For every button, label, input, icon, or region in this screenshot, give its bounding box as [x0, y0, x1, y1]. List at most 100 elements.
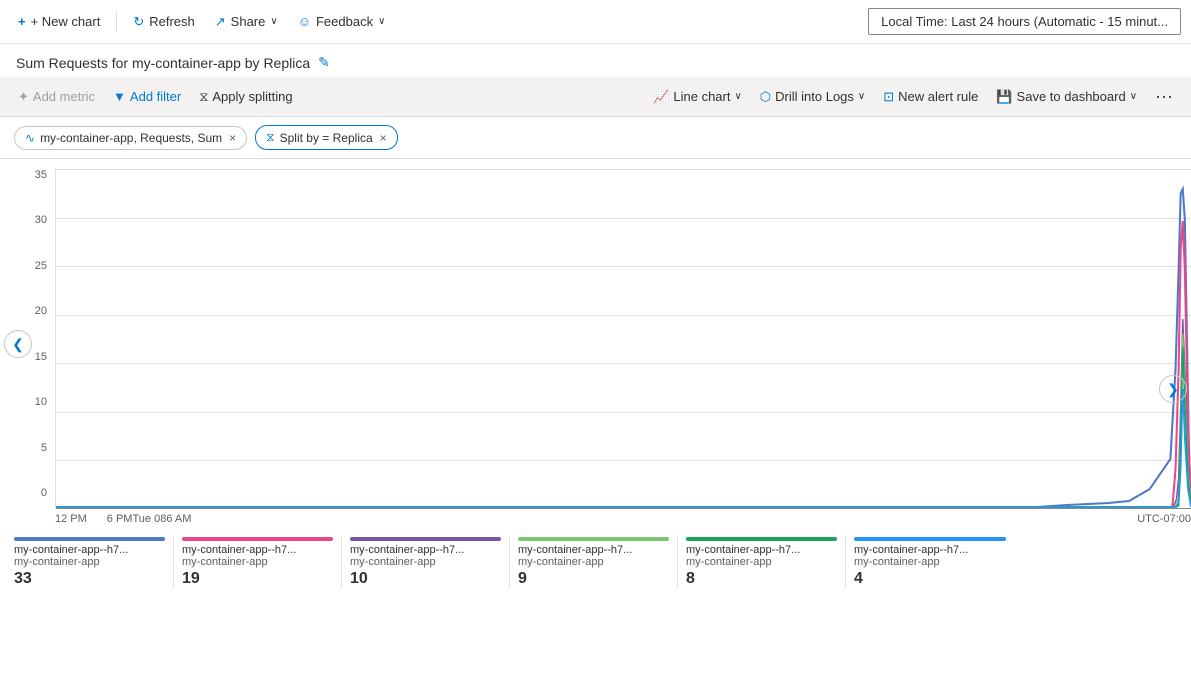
legend-value-3: 9: [518, 570, 669, 588]
legend-sub-0: my-container-app: [14, 556, 165, 568]
y-label-20: 20: [0, 305, 47, 317]
legend-value-1: 19: [182, 570, 333, 588]
chart-line-blue: [56, 189, 1191, 507]
legend-name-2: my-container-app--h7...: [350, 544, 501, 556]
filter-row: ∿ my-container-app, Requests, Sum × ⧖ Sp…: [0, 117, 1191, 159]
y-label-35: 35: [0, 169, 47, 181]
legend-item-3: my-container-app--h7... my-container-app…: [518, 537, 678, 588]
metric-pill-label: my-container-app, Requests, Sum: [40, 131, 222, 145]
legend-sub-1: my-container-app: [182, 556, 333, 568]
top-toolbar: + + New chart ↻ Refresh ↗ Share ∨ ☺ Feed…: [0, 0, 1191, 44]
time-range-button[interactable]: Local Time: Last 24 hours (Automatic - 1…: [868, 8, 1181, 35]
legend-area: my-container-app--h7... my-container-app…: [0, 529, 1191, 588]
drill-into-logs-button[interactable]: ⬡ Drill into Logs ∨: [752, 85, 873, 109]
add-filter-label: Add filter: [130, 89, 181, 104]
legend-sub-4: my-container-app: [686, 556, 837, 568]
add-metric-button[interactable]: ✦ Add metric: [10, 85, 103, 109]
chart-wrapper: ❮ 0 5 10 15 20 25 30 35: [0, 159, 1191, 529]
y-label-0: 0: [0, 487, 47, 499]
metrics-toolbar: ✦ Add metric ▼ Add filter ⧖ Apply splitt…: [0, 77, 1191, 117]
x-axis: 12 PM 6 PM Tue 08 6 AM UTC-07:00: [55, 509, 1191, 525]
y-label-25: 25: [0, 260, 47, 272]
add-filter-button[interactable]: ▼ Add filter: [105, 85, 189, 108]
legend-item-4: my-container-app--h7... my-container-app…: [686, 537, 846, 588]
legend-name-5: my-container-app--h7...: [854, 544, 1006, 556]
nav-right-icon: ❯: [1167, 381, 1179, 398]
nav-left-button[interactable]: ❮: [4, 330, 32, 358]
legend-sub-3: my-container-app: [518, 556, 669, 568]
legend-color-bar-2: [350, 537, 501, 541]
chart-line-green: [56, 334, 1191, 507]
legend-name-4: my-container-app--h7...: [686, 544, 837, 556]
metric-pill: ∿ my-container-app, Requests, Sum ×: [14, 126, 247, 150]
x-label-12pm: 12 PM: [55, 513, 87, 525]
new-chart-label: + New chart: [31, 14, 101, 29]
legend-item-1: my-container-app--h7... my-container-app…: [182, 537, 342, 588]
feedback-chevron-icon: ∨: [378, 16, 385, 27]
save-chevron: ∨: [1130, 91, 1137, 102]
feedback-button[interactable]: ☺ Feedback ∨: [290, 10, 394, 33]
legend-color-bar-3: [518, 537, 669, 541]
save-label: Save to dashboard: [1017, 89, 1126, 104]
line-chart-label: Line chart: [673, 89, 730, 104]
legend-name-0: my-container-app--h7...: [14, 544, 165, 556]
legend-value-2: 10: [350, 570, 501, 588]
y-label-5: 5: [0, 442, 47, 454]
legend-name-3: my-container-app--h7...: [518, 544, 669, 556]
nav-left-icon: ❮: [12, 336, 24, 353]
metric-pill-close[interactable]: ×: [229, 131, 236, 145]
nav-right-button[interactable]: ❯: [1159, 375, 1187, 403]
chart-line-purple: [56, 319, 1191, 507]
chart-line-teal: [56, 347, 1191, 507]
save-to-dashboard-button[interactable]: 💾 Save to dashboard ∨: [988, 85, 1145, 109]
chart-inner: [55, 169, 1191, 509]
feedback-icon: ☺: [298, 14, 311, 29]
y-label-10: 10: [0, 396, 47, 408]
x-label-6am: 6 AM: [166, 513, 191, 525]
alert-icon: ⊡: [883, 89, 894, 105]
share-icon: ↗: [215, 14, 226, 30]
chart-line-lightblue: [56, 389, 1191, 507]
split-pill-icon: ⧖: [266, 130, 274, 145]
chart-title-row: Sum Requests for my-container-app by Rep…: [0, 44, 1191, 77]
add-filter-icon: ▼: [113, 89, 126, 104]
share-chevron-icon: ∨: [270, 16, 277, 27]
refresh-button[interactable]: ↻ Refresh: [125, 10, 202, 34]
line-chart-button[interactable]: 📈 Line chart ∨: [645, 85, 750, 109]
chart-svg: [56, 169, 1191, 509]
legend-name-1: my-container-app--h7...: [182, 544, 333, 556]
legend-value-0: 33: [14, 570, 165, 588]
drill-label: Drill into Logs: [775, 89, 854, 104]
share-label: Share: [231, 14, 266, 29]
feedback-label: Feedback: [316, 14, 373, 29]
refresh-label: Refresh: [149, 14, 195, 29]
new-chart-button[interactable]: + + New chart: [10, 10, 108, 33]
legend-color-bar-0: [14, 537, 165, 541]
split-pill: ⧖ Split by = Replica ×: [255, 125, 398, 150]
legend-sub-5: my-container-app: [854, 556, 1006, 568]
legend-value-4: 8: [686, 570, 837, 588]
new-alert-rule-button[interactable]: ⊡ New alert rule: [875, 85, 986, 109]
x-label-tue08: Tue 08: [132, 513, 166, 525]
divider-1: [116, 12, 117, 32]
chart-area: 0 5 10 15 20 25 30 35: [0, 159, 1191, 529]
refresh-icon: ↻: [133, 14, 144, 30]
legend-item-5: my-container-app--h7... my-container-app…: [854, 537, 1014, 588]
apply-splitting-icon: ⧖: [199, 89, 208, 105]
more-icon: ···: [1155, 86, 1173, 107]
chart-title: Sum Requests for my-container-app by Rep…: [16, 55, 310, 71]
legend-value-5: 4: [854, 570, 1006, 588]
split-pill-close[interactable]: ×: [380, 131, 387, 145]
save-icon: 💾: [996, 89, 1012, 105]
legend-sub-2: my-container-app: [350, 556, 501, 568]
edit-title-icon[interactable]: ✎: [318, 54, 330, 71]
line-chart-icon: 📈: [653, 89, 669, 105]
time-range-label: Local Time: Last 24 hours (Automatic - 1…: [881, 14, 1168, 29]
more-options-button[interactable]: ···: [1147, 84, 1181, 109]
apply-splitting-label: Apply splitting: [212, 89, 292, 104]
legend-item-0: my-container-app--h7... my-container-app…: [14, 537, 174, 588]
share-button[interactable]: ↗ Share ∨: [207, 10, 286, 34]
utc-label: UTC-07:00: [1137, 513, 1191, 525]
apply-splitting-button[interactable]: ⧖ Apply splitting: [191, 85, 300, 109]
legend-color-bar-1: [182, 537, 333, 541]
